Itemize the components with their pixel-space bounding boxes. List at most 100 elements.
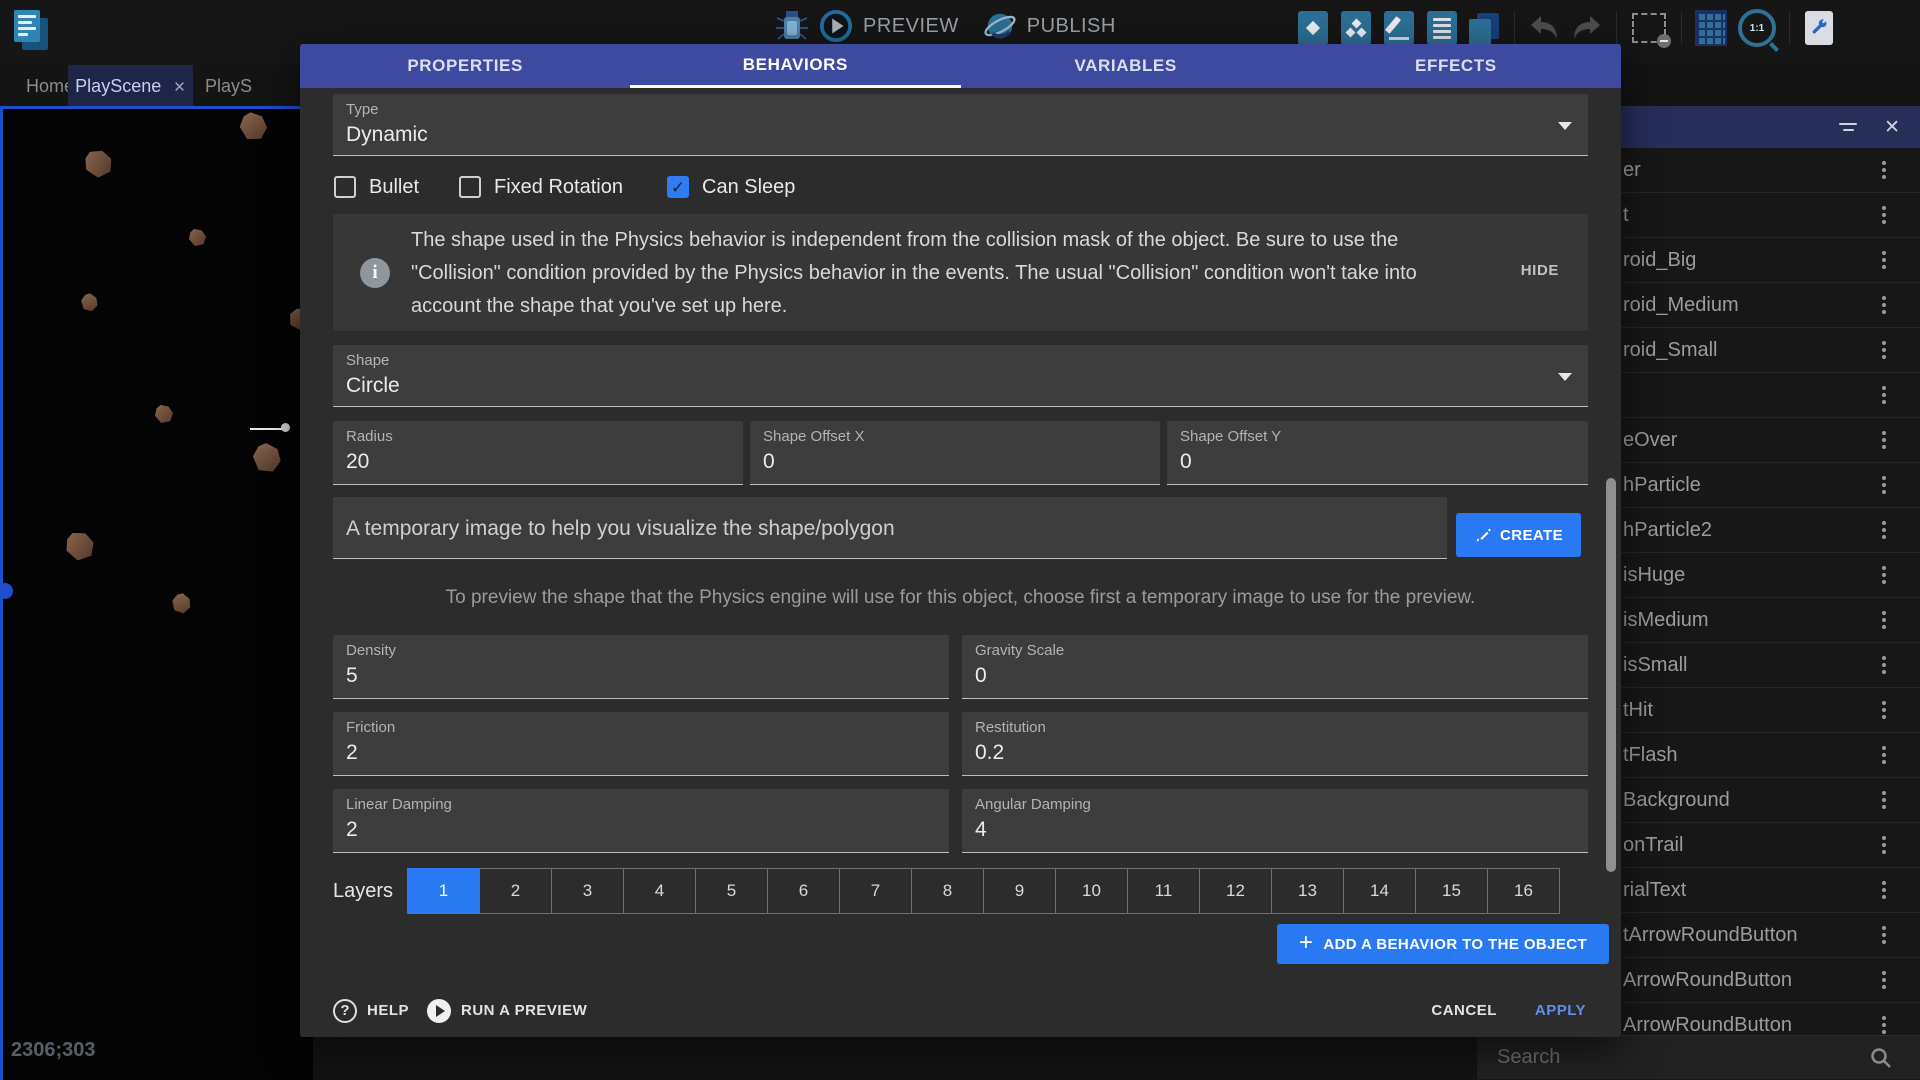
- edit-scene-icon[interactable]: [1382, 10, 1416, 46]
- objects-search-field[interactable]: Search: [1477, 1035, 1920, 1079]
- kebab-menu-icon[interactable]: [1882, 971, 1886, 989]
- asteroid-instance[interactable]: [238, 111, 269, 142]
- asteroid-instance[interactable]: [64, 530, 96, 562]
- radius-field[interactable]: Radius 20: [333, 421, 743, 485]
- kebab-menu-icon[interactable]: [1882, 926, 1886, 944]
- kebab-menu-icon[interactable]: [1882, 161, 1886, 179]
- kebab-menu-icon[interactable]: [1882, 746, 1886, 764]
- close-tab-icon[interactable]: ✕: [173, 78, 186, 96]
- hide-button[interactable]: HIDE: [1521, 262, 1559, 279]
- friction-field[interactable]: Friction 2: [333, 712, 949, 776]
- type-select[interactable]: Type Dynamic: [333, 94, 1588, 156]
- layer-option-2[interactable]: 2: [480, 868, 552, 914]
- angular-damping-field[interactable]: Angular Damping 4: [962, 789, 1588, 853]
- shape-offset-y-field[interactable]: Shape Offset Y 0: [1167, 421, 1588, 485]
- layer-option-1[interactable]: 1: [407, 868, 480, 914]
- clear-selection-icon[interactable]: [1629, 10, 1669, 46]
- layer-option-16[interactable]: 16: [1488, 868, 1560, 914]
- add-behavior-button[interactable]: + ADD A BEHAVIOR TO THE OBJECT: [1277, 924, 1609, 964]
- object-groups-icon[interactable]: [1339, 10, 1373, 46]
- restitution-field[interactable]: Restitution 0.2: [962, 712, 1588, 776]
- asteroid-instance[interactable]: [155, 405, 173, 423]
- apply-button[interactable]: APPLY: [1535, 1002, 1586, 1019]
- linear-damping-field[interactable]: Linear Damping 2: [333, 789, 949, 853]
- checkbox-icon[interactable]: ✓: [459, 176, 481, 198]
- layer-option-9[interactable]: 9: [984, 868, 1056, 914]
- kebab-menu-icon[interactable]: [1882, 296, 1886, 314]
- kebab-menu-icon[interactable]: [1882, 656, 1886, 674]
- grid-toggle-icon[interactable]: [1694, 10, 1728, 46]
- bullet-checkbox[interactable]: ✓ Bullet: [334, 171, 419, 203]
- kebab-menu-icon[interactable]: [1882, 566, 1886, 584]
- layer-option-5[interactable]: 5: [696, 868, 768, 914]
- layer-option-13[interactable]: 13: [1272, 868, 1344, 914]
- zoom-reset-icon[interactable]: 1:1: [1737, 10, 1777, 46]
- instances-list-icon[interactable]: [1468, 10, 1502, 46]
- layer-option-6[interactable]: 6: [768, 868, 840, 914]
- cancel-button[interactable]: CANCEL: [1431, 1002, 1497, 1019]
- debug-icon[interactable]: [775, 8, 809, 44]
- preview-icon[interactable]: [819, 8, 853, 44]
- undo-button[interactable]: [1527, 10, 1561, 46]
- kebab-menu-icon[interactable]: [1882, 836, 1886, 854]
- kebab-menu-icon[interactable]: [1882, 206, 1886, 224]
- tools-icon[interactable]: [1802, 10, 1836, 46]
- kebab-menu-icon[interactable]: [1882, 521, 1886, 539]
- layer-option-3[interactable]: 3: [552, 868, 624, 914]
- dialog-scrollbar[interactable]: [1606, 478, 1616, 872]
- shape-offset-x-field[interactable]: Shape Offset X 0: [750, 421, 1160, 485]
- tab-playscene-events[interactable]: PlayS: [205, 65, 252, 108]
- publish-icon[interactable]: [983, 8, 1017, 44]
- filter-icon[interactable]: [1838, 119, 1858, 135]
- asteroid-instance[interactable]: [249, 440, 284, 475]
- can-sleep-checkbox[interactable]: ✓ Can Sleep: [667, 171, 795, 203]
- close-panel-icon[interactable]: ✕: [1884, 118, 1900, 137]
- shape-select[interactable]: Shape Circle: [333, 345, 1588, 407]
- kebab-menu-icon[interactable]: [1882, 251, 1886, 269]
- asteroid-instance[interactable]: [169, 591, 195, 617]
- kebab-menu-icon[interactable]: [1882, 341, 1886, 359]
- properties-list-icon[interactable]: [1425, 10, 1459, 46]
- layer-option-14[interactable]: 14: [1344, 868, 1416, 914]
- preview-button[interactable]: PREVIEW: [863, 15, 959, 38]
- kebab-menu-icon[interactable]: [1882, 476, 1886, 494]
- density-field[interactable]: Density 5: [333, 635, 949, 699]
- tab-effects[interactable]: EFFECTS: [1291, 44, 1621, 88]
- asteroid-instance[interactable]: [82, 147, 115, 180]
- scene-canvas[interactable]: 2306;303: [0, 106, 313, 1080]
- checkbox-icon[interactable]: ✓: [667, 176, 689, 198]
- kebab-menu-icon[interactable]: [1882, 386, 1886, 404]
- checkbox-icon[interactable]: ✓: [334, 176, 356, 198]
- asteroid-instance[interactable]: [189, 229, 206, 246]
- kebab-menu-icon[interactable]: [1882, 701, 1886, 719]
- run-preview-button[interactable]: RUN A PREVIEW: [427, 999, 587, 1023]
- kebab-menu-icon[interactable]: [1882, 791, 1886, 809]
- tab-behaviors[interactable]: BEHAVIORS: [630, 44, 960, 88]
- redo-button[interactable]: [1570, 10, 1604, 46]
- kebab-menu-icon[interactable]: [1882, 1016, 1886, 1034]
- tab-properties[interactable]: PROPERTIES: [300, 44, 630, 88]
- project-manager-icon[interactable]: [14, 10, 48, 52]
- layer-option-12[interactable]: 12: [1200, 868, 1272, 914]
- gravity-scale-field[interactable]: Gravity Scale 0: [962, 635, 1588, 699]
- layer-option-7[interactable]: 7: [840, 868, 912, 914]
- kebab-menu-icon[interactable]: [1882, 881, 1886, 899]
- fixed-rotation-checkbox[interactable]: ✓ Fixed Rotation: [459, 171, 623, 203]
- help-button[interactable]: ? HELP: [333, 999, 409, 1023]
- tab-variables[interactable]: VARIABLES: [961, 44, 1291, 88]
- tab-playscene[interactable]: PlayScene ✕: [68, 65, 193, 108]
- publish-button[interactable]: PUBLISH: [1027, 15, 1116, 38]
- layer-option-8[interactable]: 8: [912, 868, 984, 914]
- asteroid-instance[interactable]: [78, 291, 101, 314]
- kebab-menu-icon[interactable]: [1882, 431, 1886, 449]
- scene-origin-handle[interactable]: [0, 583, 13, 599]
- create-button[interactable]: CREATE: [1456, 513, 1581, 557]
- layer-option-4[interactable]: 4: [624, 868, 696, 914]
- layer-option-10[interactable]: 10: [1056, 868, 1128, 914]
- layer-option-11[interactable]: 11: [1128, 868, 1200, 914]
- objects-editor-icon[interactable]: [1296, 10, 1330, 46]
- drag-handle-dot[interactable]: [281, 423, 290, 432]
- layer-option-15[interactable]: 15: [1416, 868, 1488, 914]
- kebab-menu-icon[interactable]: [1882, 611, 1886, 629]
- temp-image-field[interactable]: A temporary image to help you visualize …: [333, 497, 1447, 559]
